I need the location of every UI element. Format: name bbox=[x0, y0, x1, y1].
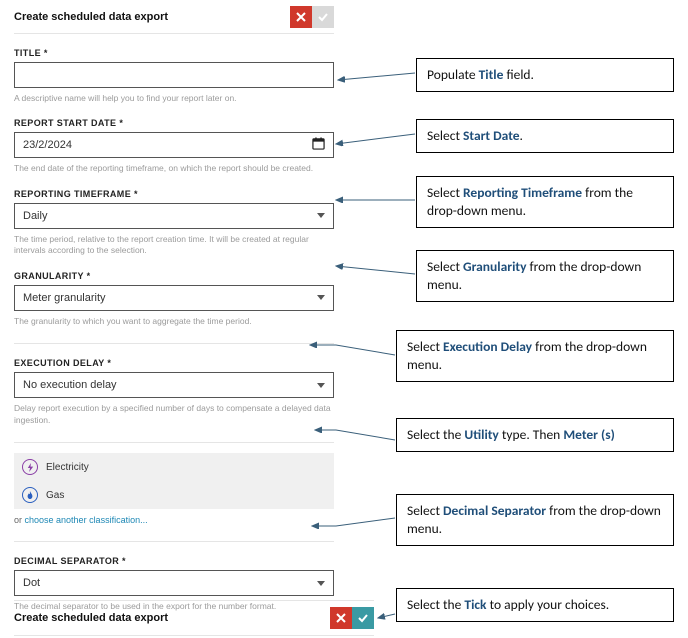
connector-lines bbox=[0, 0, 688, 638]
